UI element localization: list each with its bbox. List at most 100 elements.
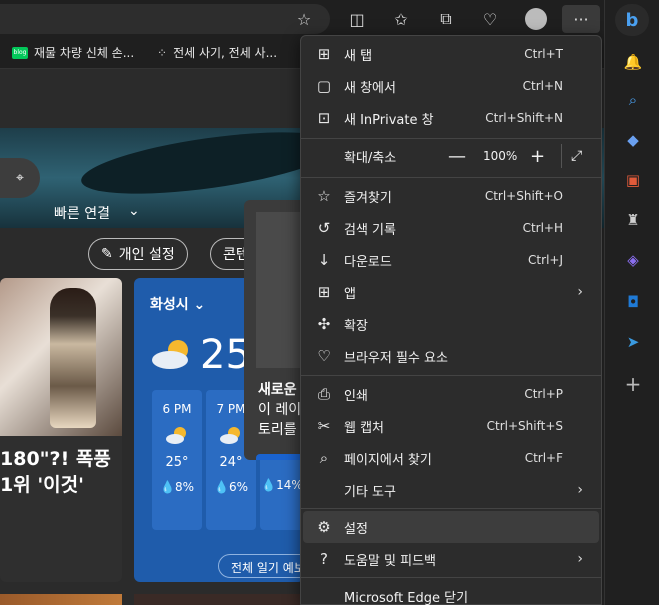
menu-item-find[interactable]: ⌕ 페이지에서 찾기 Ctrl+F: [303, 442, 599, 474]
settings-and-more-button[interactable]: ···: [562, 5, 600, 33]
history-icon: ↺: [317, 219, 331, 237]
menu-label: 새 InPrivate 창: [344, 112, 434, 128]
menu-divider: [301, 177, 601, 178]
menu-item-print[interactable]: ⎙ 인쇄 Ctrl+P: [303, 378, 599, 410]
news-image: [0, 278, 122, 436]
chevron-down-icon: ⌄: [193, 297, 206, 313]
bookmark-label: 재물 차량 신체 손...: [34, 46, 135, 60]
news-card-edge: [134, 594, 300, 605]
chevron-right-icon: ›: [577, 482, 583, 498]
bing-copilot-icon[interactable]: b: [615, 4, 649, 36]
menu-shortcut: Ctrl+T: [524, 47, 563, 61]
hour-precip: 14%: [276, 478, 303, 492]
menu-item-essentials[interactable]: ♡ 브라우저 필수 요소: [303, 340, 599, 372]
menu-shortcut: Ctrl+P: [524, 387, 563, 401]
menu-label: 페이지에서 찾기: [344, 452, 432, 468]
menu-item-favorites[interactable]: ☆ 즐겨찾기 Ctrl+Shift+O: [303, 180, 599, 212]
drop-send-icon[interactable]: ➤: [619, 328, 647, 356]
city-label: 화성시: [150, 297, 189, 313]
blog-icon: blog: [12, 46, 28, 59]
profile-avatar[interactable]: [522, 5, 550, 33]
search-icon[interactable]: ⌕: [619, 86, 647, 114]
partly-cloudy-icon: [166, 427, 186, 444]
menu-label: 새 탭: [344, 48, 373, 64]
menu-shortcut: Ctrl+J: [528, 253, 563, 267]
chevron-right-icon: ›: [577, 284, 583, 300]
notification-bell-icon[interactable]: 🔔: [619, 48, 647, 76]
hour-time: 6 PM: [162, 402, 192, 416]
menu-shortcut: Ctrl+F: [524, 451, 563, 465]
zoom-divider: [561, 144, 562, 168]
menu-item-web-capture[interactable]: ✂ 웹 캡처 Ctrl+Shift+S: [303, 410, 599, 442]
weather-city[interactable]: 화성시 ⌄: [150, 294, 205, 314]
shopping-tag-icon[interactable]: ◆: [619, 126, 647, 154]
news-headline[interactable]: 180"?! 폭풍 1위 '이것': [0, 436, 122, 498]
gear-icon: ⚙: [317, 518, 331, 536]
microsoft-365-icon[interactable]: ◈: [619, 246, 647, 274]
fullscreen-icon[interactable]: ⤢: [571, 148, 582, 164]
menu-item-zoom: 확대/축소 — 100% + ⤢: [303, 140, 599, 172]
popup-button[interactable]: 레이: [256, 454, 304, 460]
bookmark-item[interactable]: blog 재물 차량 신체 손...: [12, 44, 134, 61]
favorite-star-icon[interactable]: ☆: [290, 5, 318, 33]
personalize-button[interactable]: ✎ 개인 설정: [88, 238, 188, 270]
menu-label: 즐겨찾기: [344, 190, 392, 206]
full-forecast-button[interactable]: 전체 일기 예보: [218, 554, 304, 578]
raindrop-icon: 💧: [160, 480, 175, 494]
new-window-icon: ▢: [316, 77, 332, 95]
zoom-out-icon[interactable]: —: [448, 146, 466, 167]
games-chess-icon[interactable]: ♜: [619, 206, 647, 234]
favorites-icon[interactable]: ✩: [387, 5, 415, 33]
news-card-edge: [0, 594, 122, 605]
menu-shortcut: Ctrl+H: [522, 221, 563, 235]
menu-item-new-window[interactable]: ▢ 새 창에서 Ctrl+N: [303, 70, 599, 102]
settings-and-more-menu: ⊞ 새 탭 Ctrl+T ▢ 새 창에서 Ctrl+N ⊡ 새 InPrivat…: [300, 35, 602, 605]
menu-item-new-inprivate[interactable]: ⊡ 새 InPrivate 창 Ctrl+Shift+N: [303, 102, 599, 134]
menu-item-more-tools[interactable]: 기타 도구 ›: [303, 474, 599, 506]
news-card[interactable]: 180"?! 폭풍 1위 '이것': [0, 278, 122, 582]
extensions-puzzle-icon: ✣: [317, 315, 331, 333]
popup-line: 토리를: [258, 422, 297, 438]
edge-sidebar: b 🔔 ⌕ ◆ ▣ ♜ ◈ ◘ ➤ +: [604, 0, 659, 605]
zoom-in-icon[interactable]: +: [530, 146, 545, 167]
partly-cloudy-icon: [220, 427, 240, 444]
new-tab-icon: ⊞: [317, 45, 331, 63]
tools-briefcase-icon[interactable]: ▣: [619, 166, 647, 194]
menu-item-apps[interactable]: ⊞ 앱 ›: [303, 276, 599, 308]
raindrop-icon: 💧: [214, 480, 229, 494]
hour-precip: 8%: [174, 480, 194, 494]
menu-divider: [301, 138, 601, 139]
bookmark-item[interactable]: ⁘ 전세 사기, 전세 사...: [157, 44, 277, 61]
menu-label: 확장: [344, 318, 368, 334]
menu-label: 웹 캡처: [344, 420, 385, 436]
split-screen-icon[interactable]: ◫: [343, 5, 371, 33]
inprivate-window-icon: ⊡: [317, 109, 331, 127]
menu-item-extensions[interactable]: ✣ 확장: [303, 308, 599, 340]
outlook-icon[interactable]: ◘: [619, 288, 647, 316]
visual-search-icon[interactable]: ⌖: [0, 158, 40, 198]
menu-item-help[interactable]: ? 도움말 및 피드백 ›: [303, 543, 599, 575]
menu-label: Microsoft Edge 닫기: [344, 590, 469, 605]
menu-item-history[interactable]: ↺ 검색 기록 Ctrl+H: [303, 212, 599, 244]
browser-essentials-icon[interactable]: ♡: [476, 5, 504, 33]
headline-line: 1위 '이것': [0, 474, 84, 496]
quick-links-toggle[interactable]: 빠른 연결 ⌄: [54, 203, 140, 223]
popup-line: 이 레이: [258, 402, 302, 418]
menu-item-new-tab[interactable]: ⊞ 새 탭 Ctrl+T: [303, 38, 599, 70]
add-plus-icon[interactable]: +: [619, 370, 647, 398]
menu-shortcut: Ctrl+Shift+O: [484, 189, 563, 203]
menu-item-downloads[interactable]: ↓ 다운로드 Ctrl+J: [303, 244, 599, 276]
printer-icon: ⎙: [317, 385, 330, 403]
menu-item-settings[interactable]: ⚙ 설정: [303, 511, 599, 543]
popup-image: [256, 212, 304, 368]
collections-icon[interactable]: ⧉: [432, 5, 460, 33]
raindrop-icon: 💧: [261, 478, 277, 492]
menu-item-close[interactable]: Microsoft Edge 닫기: [303, 580, 599, 605]
menu-label: 앱: [344, 286, 356, 302]
help-question-icon: ?: [320, 550, 328, 568]
address-bar[interactable]: [0, 4, 330, 34]
hourly-forecast: 6 PM 25° 💧8%: [152, 390, 202, 530]
menu-label: 도움말 및 피드백: [344, 553, 436, 569]
partly-cloudy-icon: [152, 340, 188, 369]
popup-text: 새로운 이 레이 토리를: [258, 380, 301, 440]
